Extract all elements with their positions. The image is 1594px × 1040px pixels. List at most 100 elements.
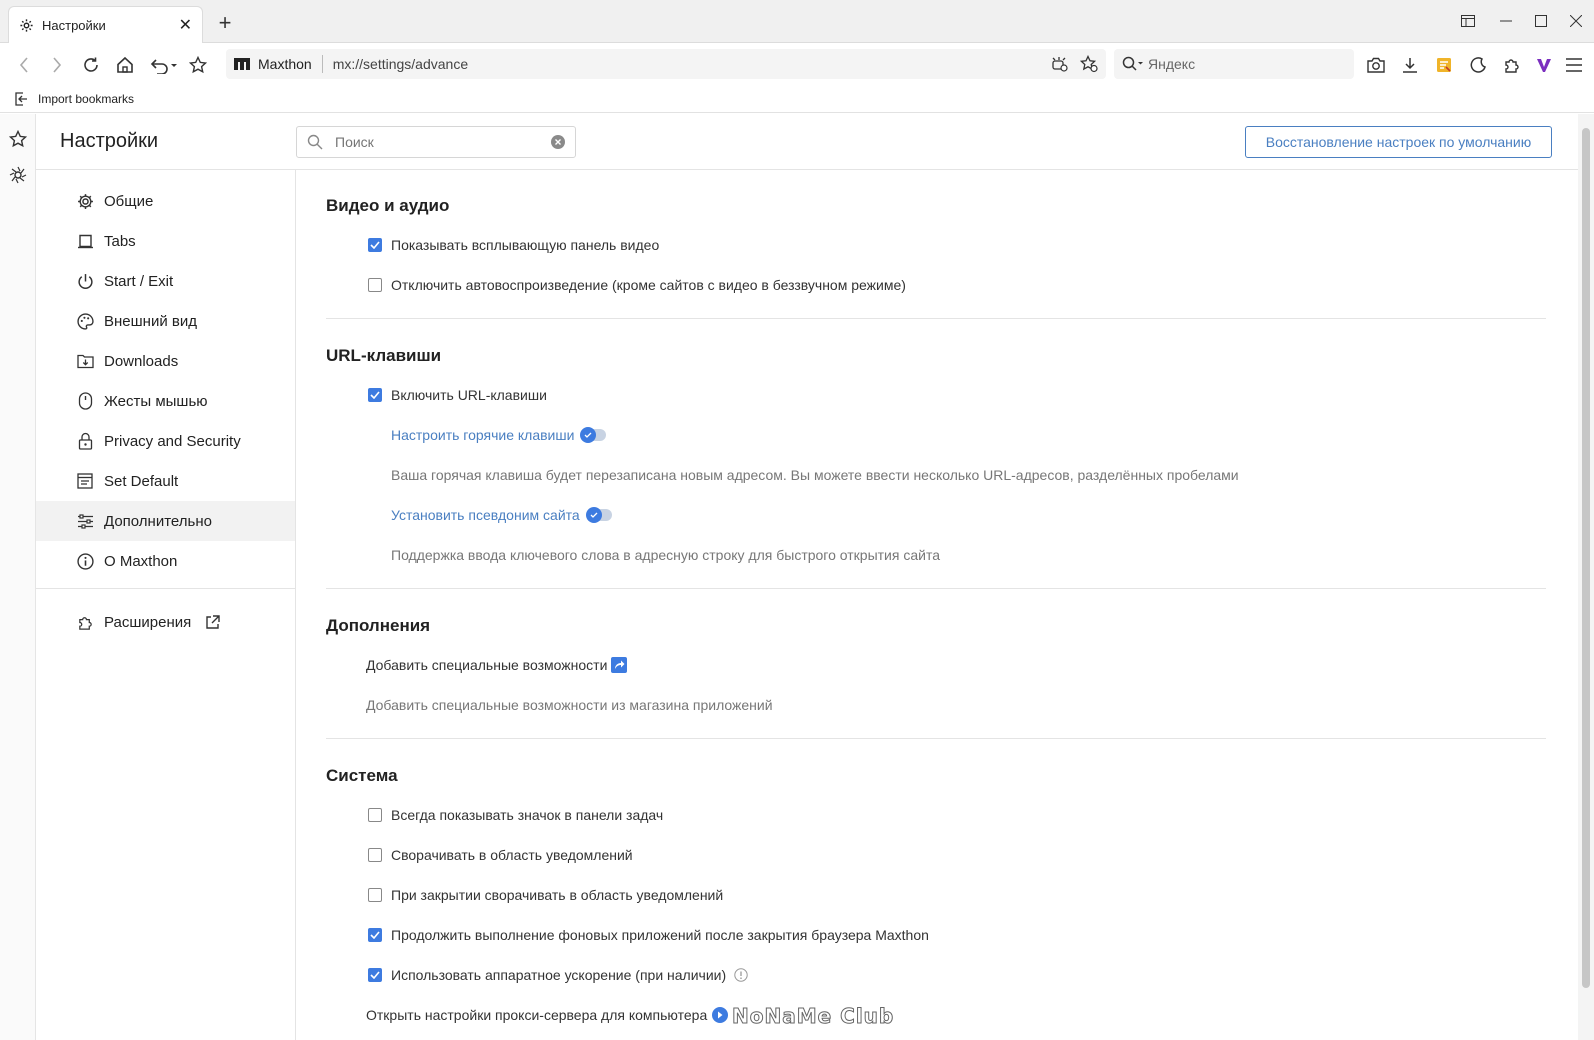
configure-hotkeys-link[interactable]: Настроить горячие клавиши	[391, 427, 574, 443]
sidebar-item-tabs[interactable]: Tabs	[36, 221, 295, 261]
checkbox-unchecked[interactable]	[368, 888, 382, 902]
sidebar-item-general[interactable]: Общие	[36, 181, 295, 221]
sidebar-item-label: Общие	[104, 192, 154, 210]
sidebar-item-start-exit[interactable]: Start / Exit	[36, 261, 295, 301]
option-video-popup-panel[interactable]: Показывать всплывающую панель видео	[368, 237, 659, 253]
sidebar-item-privacy-security[interactable]: Privacy and Security	[36, 421, 295, 461]
url-text[interactable]: mx://settings/advance	[333, 56, 1050, 72]
window-close-icon[interactable]	[1562, 8, 1590, 34]
settings-search-box[interactable]	[296, 126, 576, 158]
maxthon-logo-icon	[234, 58, 250, 70]
checkbox-unchecked[interactable]	[368, 808, 382, 822]
checkbox-checked[interactable]	[368, 388, 382, 402]
option-taskbar-icon[interactable]: Всегда показывать значок в панели задач	[368, 807, 663, 823]
tab-close-button[interactable]: ✕	[179, 15, 192, 35]
maximize-icon[interactable]	[1527, 8, 1555, 34]
translate-ai-icon[interactable]	[1050, 55, 1068, 73]
option-label: Продолжить выполнение фоновых приложений…	[391, 927, 929, 943]
option-label: Включить URL-клавиши	[391, 387, 547, 403]
checkbox-checked[interactable]	[368, 238, 382, 252]
checkbox-unchecked[interactable]	[368, 278, 382, 292]
notes-icon[interactable]	[1430, 51, 1458, 79]
sliders-icon	[76, 512, 94, 530]
section-divider	[326, 738, 1546, 739]
sidepanel-favorites-icon[interactable]	[9, 130, 27, 148]
star-settings-icon[interactable]	[1080, 55, 1098, 73]
section-title-addons: Дополнения	[326, 616, 431, 635]
checkbox-checked[interactable]	[368, 968, 382, 982]
alias-setting-row: Установить псевдоним сайта	[391, 507, 612, 523]
new-tab-button[interactable]: +	[214, 10, 236, 35]
minimize-icon[interactable]	[1492, 8, 1520, 34]
sidebar-item-label: Жесты мышью	[104, 392, 208, 410]
proxy-settings-link[interactable]: Открыть настройки прокси-сервера для ком…	[366, 1007, 707, 1023]
search-engine-box[interactable]: Яндекс	[1114, 49, 1354, 79]
option-hardware-acceleration[interactable]: Использовать аппаратное ускорение (при н…	[368, 967, 748, 983]
add-accessibility-hint: Добавить специальные возможности из мага…	[366, 697, 773, 713]
reload-icon[interactable]	[77, 51, 105, 79]
tab-settings[interactable]: Настройки ✕	[8, 6, 203, 43]
search-engine-placeholder: Яндекс	[1148, 56, 1196, 72]
alias-toggle[interactable]	[585, 507, 612, 523]
forward-icon[interactable]	[43, 51, 71, 79]
checkbox-checked[interactable]	[368, 928, 382, 942]
search-icon	[1122, 56, 1144, 72]
sidebar-item-appearance[interactable]: Внешний вид	[36, 301, 295, 341]
extensions-puzzle-icon	[76, 613, 94, 631]
settings-search-input[interactable]	[335, 134, 551, 150]
hotkeys-toggle[interactable]	[580, 427, 607, 443]
checkbox-unchecked[interactable]	[368, 848, 382, 862]
extensions-puzzle-icon[interactable]	[1498, 51, 1526, 79]
clear-search-icon[interactable]	[551, 135, 565, 149]
section-divider	[326, 318, 1546, 319]
default-browser-icon	[76, 472, 94, 490]
option-label: Отключить автовоспроизведение (кроме сай…	[391, 277, 906, 293]
option-enable-url-keys[interactable]: Включить URL-клавиши	[368, 387, 547, 403]
option-disable-autoplay[interactable]: Отключить автовоспроизведение (кроме сай…	[368, 277, 906, 293]
vertical-scrollbar[interactable]	[1578, 114, 1594, 1040]
site-alias-link[interactable]: Установить псевдоним сайта	[391, 507, 580, 523]
section-divider	[326, 588, 1546, 589]
sidebar-item-about[interactable]: O Maxthon	[36, 541, 295, 581]
option-label: Всегда показывать значок в панели задач	[391, 807, 664, 823]
option-background-apps[interactable]: Продолжить выполнение фоновых приложений…	[368, 927, 929, 943]
sidebar-item-extensions[interactable]: Расширения	[36, 602, 295, 642]
navigation-bar: Maxthon mx://settings/advance Яндекс	[0, 43, 1594, 85]
sidebar-item-label: Дополнительно	[104, 512, 212, 530]
mouse-icon	[76, 392, 94, 410]
night-mode-icon[interactable]	[1464, 51, 1492, 79]
sidebar-item-label: Downloads	[104, 352, 179, 370]
sidebar-item-advanced[interactable]: Дополнительно	[36, 501, 295, 541]
v-extension-icon[interactable]	[1530, 51, 1558, 79]
home-icon[interactable]	[111, 51, 139, 79]
option-close-to-tray[interactable]: При закрытии сворачивать в область уведо…	[368, 887, 723, 903]
address-separator	[321, 55, 323, 73]
sidebar-item-mouse-gestures[interactable]: Жесты мышью	[36, 381, 295, 421]
power-icon	[76, 272, 94, 290]
add-accessibility-row[interactable]: Добавить специальные возможности	[366, 657, 628, 673]
sidebar-item-downloads[interactable]: Downloads	[36, 341, 295, 381]
undo-close-tab-icon[interactable]	[146, 51, 180, 79]
import-bookmarks-link[interactable]: Import bookmarks	[38, 92, 134, 106]
main-menu-icon[interactable]	[1560, 51, 1588, 79]
favorite-star-icon[interactable]	[184, 51, 212, 79]
restore-defaults-button[interactable]: Восстановление настроек по умолчанию	[1245, 126, 1552, 158]
option-minimize-to-tray[interactable]: Сворачивать в область уведомлений	[368, 847, 633, 863]
sidebar-item-set-default[interactable]: Set Default	[36, 461, 295, 501]
add-accessibility-link[interactable]: Добавить специальные возможности	[366, 657, 607, 673]
proxy-settings-row[interactable]: Открыть настройки прокси-сервера для ком…	[366, 1007, 729, 1023]
tab-title: Настройки	[42, 17, 106, 33]
open-arrow-icon[interactable]	[712, 1007, 729, 1023]
share-arrow-icon[interactable]	[611, 657, 628, 673]
address-bar[interactable]: Maxthon mx://settings/advance	[226, 49, 1106, 79]
screenshot-camera-icon[interactable]	[1362, 51, 1390, 79]
scrollbar-thumb[interactable]	[1582, 128, 1590, 988]
downloads-icon[interactable]	[1396, 51, 1424, 79]
tab-list-icon[interactable]	[1454, 8, 1482, 34]
sidepanel-apps-icon[interactable]	[9, 166, 27, 184]
option-label: При закрытии сворачивать в область уведо…	[391, 887, 724, 903]
section-title-system: Система	[326, 766, 398, 785]
page-title: Настройки	[60, 130, 159, 152]
warning-info-icon[interactable]	[734, 968, 748, 982]
back-icon[interactable]	[10, 51, 38, 79]
